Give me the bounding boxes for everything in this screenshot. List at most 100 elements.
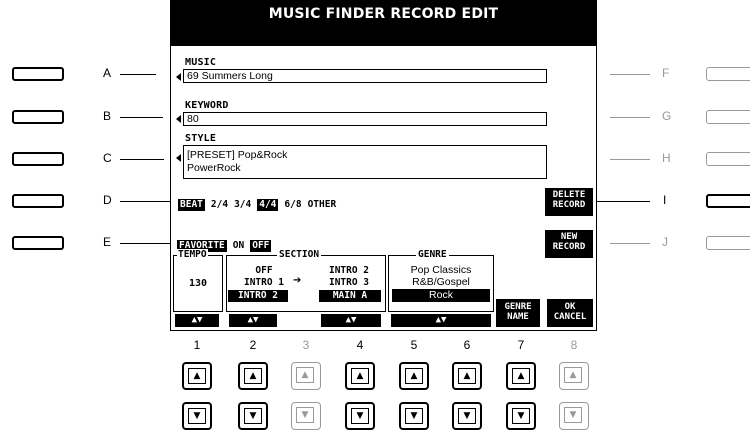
- button-i[interactable]: [706, 194, 750, 208]
- up-arrow-icon: ▲: [188, 368, 206, 384]
- button-d[interactable]: [12, 194, 64, 208]
- down-arrow-icon: ▼: [351, 408, 369, 424]
- button-e[interactable]: [12, 236, 64, 250]
- beat-label: BEAT: [178, 198, 205, 211]
- dial-8-up-button[interactable]: ▲: [559, 362, 589, 390]
- down-arrow-icon: ▼: [244, 408, 262, 424]
- dial-3-up-button[interactable]: ▲: [291, 362, 321, 390]
- dial-1-down-button[interactable]: ▼: [182, 402, 212, 430]
- tempo-value[interactable]: 130: [173, 278, 223, 289]
- button-c[interactable]: [12, 152, 64, 166]
- dial-3-down-button[interactable]: ▼: [291, 402, 321, 430]
- number-label-6: 6: [463, 338, 471, 352]
- section-right-selected[interactable]: MAIN A: [319, 290, 381, 302]
- up-arrow-icon: ▲: [351, 368, 369, 384]
- dial-5-up-button[interactable]: ▲: [399, 362, 429, 390]
- up-arrow-icon: ▲: [458, 368, 476, 384]
- button-a[interactable]: [12, 67, 64, 81]
- down-arrow-icon: ▼: [188, 408, 206, 424]
- section-label: SECTION: [277, 249, 322, 260]
- up-arrow-icon: ▲: [296, 367, 314, 383]
- dial-7-up-button[interactable]: ▲: [506, 362, 536, 390]
- genre-item-rock-selected[interactable]: Rock: [392, 289, 490, 302]
- leader-c: [120, 159, 164, 160]
- label-d: D: [103, 193, 112, 207]
- genre-label: GENRE: [416, 249, 449, 260]
- music-field[interactable]: 69 Summers Long: [183, 69, 547, 83]
- down-arrow-icon: ▼: [564, 407, 582, 423]
- keyword-label: KEYWORD: [185, 100, 229, 111]
- up-arrow-icon: ▲: [244, 368, 262, 384]
- dial-4-down-button[interactable]: ▼: [345, 402, 375, 430]
- button-g[interactable]: [706, 110, 750, 124]
- label-c: C: [103, 151, 112, 165]
- beat-option-6-8[interactable]: 6/8: [284, 199, 301, 210]
- dial-5-down-button[interactable]: ▼: [399, 402, 429, 430]
- leader-h: [610, 159, 650, 160]
- dial-6-up-button[interactable]: ▲: [452, 362, 482, 390]
- style-label: STYLE: [185, 133, 217, 144]
- dial-4-up-button[interactable]: ▲: [345, 362, 375, 390]
- button-f[interactable]: [706, 67, 750, 81]
- number-label-5: 5: [410, 338, 418, 352]
- style-field[interactable]: [PRESET] Pop&Rock PowerRock: [183, 145, 547, 179]
- dial-7-down-button[interactable]: ▼: [506, 402, 536, 430]
- down-arrow-icon: ▼: [458, 408, 476, 424]
- dial-1-up-button[interactable]: ▲: [182, 362, 212, 390]
- beat-option-4-4-selected[interactable]: 4/4: [257, 198, 279, 211]
- down-arrow-icon: ▼: [405, 408, 423, 424]
- beat-row: BEAT 2/4 3/4 4/4 6/8 OTHER: [178, 198, 336, 211]
- section-right-column: INTRO 2 INTRO 3: [319, 265, 379, 289]
- button-h[interactable]: [706, 152, 750, 166]
- section-left-intro1: INTRO 1: [243, 277, 285, 288]
- up-arrow-icon: ▲: [512, 368, 530, 384]
- dial-8-down-button[interactable]: ▼: [559, 402, 589, 430]
- leader-e: [120, 243, 172, 244]
- delete-record-line1: DELETE: [552, 190, 586, 200]
- section-right-up-down-icon[interactable]: ▲▼: [321, 314, 381, 327]
- beat-option-other[interactable]: OTHER: [308, 199, 337, 210]
- section-left-off: OFF: [255, 265, 273, 276]
- beat-option-2-4[interactable]: 2/4: [211, 199, 228, 210]
- beat-option-3-4[interactable]: 3/4: [234, 199, 251, 210]
- dial-6-down-button[interactable]: ▼: [452, 402, 482, 430]
- favorite-off-selected[interactable]: OFF: [250, 239, 272, 252]
- section-left-selected[interactable]: INTRO 2: [228, 290, 288, 302]
- delete-record-line2: RECORD: [552, 200, 586, 210]
- down-arrow-icon: ▼: [296, 407, 314, 423]
- new-record-button[interactable]: NEW RECORD: [545, 230, 593, 258]
- genre-name-line2: NAME: [507, 312, 529, 322]
- dial-2-down-button[interactable]: ▼: [238, 402, 268, 430]
- screen-title: MUSIC FINDER RECORD EDIT: [268, 6, 499, 22]
- title-bar: MUSIC FINDER RECORD EDIT: [171, 1, 596, 45]
- ok-cancel-button[interactable]: OK CANCEL: [547, 299, 593, 327]
- tempo-up-down-icon[interactable]: ▲▼: [175, 314, 219, 327]
- favorite-on[interactable]: ON: [233, 240, 244, 251]
- genre-item-rnb-gospel[interactable]: R&B/Gospel: [388, 276, 494, 288]
- genre-name-button[interactable]: GENRE NAME: [496, 299, 540, 327]
- lcd-screen: MUSIC FINDER RECORD EDIT MUSIC 69 Summer…: [170, 0, 597, 331]
- section-left-up-down-icon[interactable]: ▲▼: [229, 314, 277, 327]
- music-label: MUSIC: [185, 57, 217, 68]
- style-line-2: PowerRock: [187, 162, 241, 174]
- music-arrow-icon: [176, 73, 181, 81]
- keyword-field[interactable]: 80: [183, 112, 547, 126]
- number-label-2: 2: [249, 338, 257, 352]
- button-j[interactable]: [706, 236, 750, 250]
- label-f: F: [662, 66, 670, 80]
- section-arrow-icon: ➔: [293, 275, 302, 286]
- genre-item-pop-classics[interactable]: Pop Classics: [388, 264, 494, 276]
- leader-d: [120, 201, 172, 202]
- down-arrow-icon: ▼: [512, 408, 530, 424]
- section-right-intro2: INTRO 2: [328, 265, 370, 276]
- genre-list: Pop Classics R&B/Gospel: [388, 264, 494, 288]
- leader-i: [597, 201, 650, 202]
- delete-record-button[interactable]: DELETE RECORD: [545, 188, 593, 216]
- genre-up-down-icon[interactable]: ▲▼: [391, 314, 491, 327]
- keyword-arrow-icon: [176, 115, 181, 123]
- number-label-4: 4: [356, 338, 364, 352]
- number-label-1: 1: [193, 338, 201, 352]
- number-label-7: 7: [517, 338, 525, 352]
- button-b[interactable]: [12, 110, 64, 124]
- dial-2-up-button[interactable]: ▲: [238, 362, 268, 390]
